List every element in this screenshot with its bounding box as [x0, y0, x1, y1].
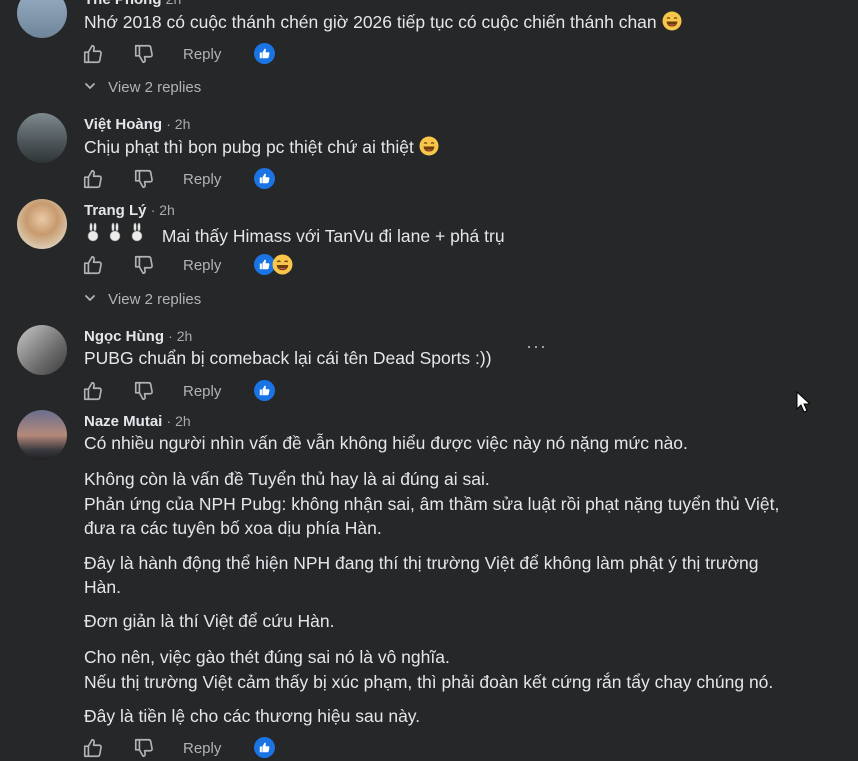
laughing-emoji-icon — [662, 11, 682, 31]
comment-text-content: Mai thấy Himass với TanVu đi lane + phá … — [161, 226, 505, 246]
comment-header: Ngọc Hùng · 2h — [84, 328, 192, 345]
timestamp[interactable]: · 2h — [167, 413, 191, 429]
view-replies-label: View 2 replies — [108, 79, 202, 96]
view-replies-button[interactable]: View 2 replies — [84, 291, 201, 308]
laughing-reaction-icon[interactable] — [272, 254, 293, 275]
comment-text-line: Đây là hành động thể hiện NPH đang thí t… — [84, 553, 759, 573]
thumbs-down-icon[interactable] — [133, 254, 155, 276]
comment-text: Mai thấy Himass với TanVu đi lane + phá … — [84, 222, 505, 247]
reply-button[interactable]: Reply — [183, 171, 221, 188]
thumbs-up-icon[interactable] — [82, 380, 104, 402]
bunny-emoji-icon — [87, 222, 143, 242]
avatar[interactable] — [17, 325, 67, 375]
comment-header: Thế Phong 2h — [84, 0, 181, 8]
thumbs-up-icon[interactable] — [82, 43, 104, 65]
like-reaction-icon[interactable] — [254, 737, 275, 758]
thumbs-down-icon[interactable] — [133, 43, 155, 65]
comment-header: Trang Lý · 2h — [84, 202, 175, 219]
like-reaction-icon[interactable] — [254, 168, 275, 189]
avatar[interactable] — [17, 410, 67, 460]
comment-text-line: Đây là tiền lệ cho các thương hiệu sau n… — [84, 706, 421, 726]
comment-header: Việt Hoàng · 2h — [84, 116, 190, 133]
avatar[interactable] — [17, 199, 67, 249]
thumbs-down-icon[interactable] — [133, 737, 155, 759]
timestamp[interactable]: · 2h — [151, 202, 175, 218]
timestamp[interactable]: · 2h — [168, 328, 192, 344]
thumbs-down-icon[interactable] — [133, 168, 155, 190]
comment-text: Nhớ 2018 có cuộc thánh chén giờ 2026 tiế… — [84, 11, 682, 33]
avatar[interactable] — [17, 113, 67, 163]
thumbs-up-icon[interactable] — [82, 737, 104, 759]
timestamp[interactable]: 2h — [166, 0, 182, 7]
more-options-button[interactable]: ··· — [526, 336, 547, 357]
chevron-down-icon — [84, 80, 96, 92]
author-name[interactable]: Naze Mutai — [84, 413, 162, 430]
avatar[interactable] — [17, 0, 67, 38]
author-name[interactable]: Việt Hoàng — [84, 116, 162, 133]
comment-text-line: đưa ra các tuyên bố xoa dịu phía Hàn. — [84, 518, 382, 538]
mouse-cursor-icon — [796, 391, 810, 413]
comment-text-content: Chịu phạt thì bọn pubg pc thiệt chứ ai t… — [84, 137, 414, 157]
author-name[interactable]: Thế Phong — [84, 0, 162, 8]
comment-text-line: Đơn giản là thí Việt để cứu Hàn. — [84, 611, 335, 631]
comment-text-line: Phản ứng của NPH Pubg: không nhận sai, â… — [84, 494, 780, 514]
comment-text-line: Cho nên, việc gào thét đúng sai nó là vô… — [84, 647, 450, 667]
reply-button[interactable]: Reply — [183, 46, 221, 63]
thumbs-up-icon[interactable] — [82, 168, 104, 190]
view-replies-label: View 2 replies — [108, 291, 202, 308]
comment-header: Naze Mutai · 2h — [84, 413, 191, 430]
chevron-down-icon — [84, 292, 96, 304]
comment-text-line: Hàn. — [84, 577, 121, 597]
comment-text: PUBG chuẩn bị comeback lại cái tên Dead … — [84, 348, 492, 369]
like-reaction-icon[interactable] — [254, 43, 275, 64]
reply-button[interactable]: Reply — [183, 740, 221, 757]
thumbs-down-icon[interactable] — [133, 380, 155, 402]
reply-button[interactable]: Reply — [183, 257, 221, 274]
comment-text-content: Nhớ 2018 có cuộc thánh chén giờ 2026 tiế… — [84, 12, 657, 32]
author-name[interactable]: Ngọc Hùng — [84, 328, 164, 345]
laughing-emoji-icon — [419, 136, 439, 156]
comment-text-line: Không còn là vấn đề Tuyển thủ hay là ai … — [84, 469, 490, 489]
like-reaction-icon[interactable] — [254, 380, 275, 401]
view-replies-button[interactable]: View 2 replies — [84, 79, 201, 96]
timestamp[interactable]: · 2h — [166, 116, 190, 132]
comment-text-line: Nếu thị trường Việt cảm thấy bị xúc phạm… — [84, 672, 774, 692]
reply-button[interactable]: Reply — [183, 383, 221, 400]
thumbs-up-icon[interactable] — [82, 254, 104, 276]
bunny-emoji-icon — [84, 222, 152, 247]
comment-text-line: Có nhiều người nhìn vấn đề vẫn không hiể… — [84, 433, 688, 453]
author-name[interactable]: Trang Lý — [84, 202, 147, 219]
comment-text: Chịu phạt thì bọn pubg pc thiệt chứ ai t… — [84, 136, 439, 158]
comment-text-content: PUBG chuẩn bị comeback lại cái tên Dead … — [84, 348, 492, 368]
